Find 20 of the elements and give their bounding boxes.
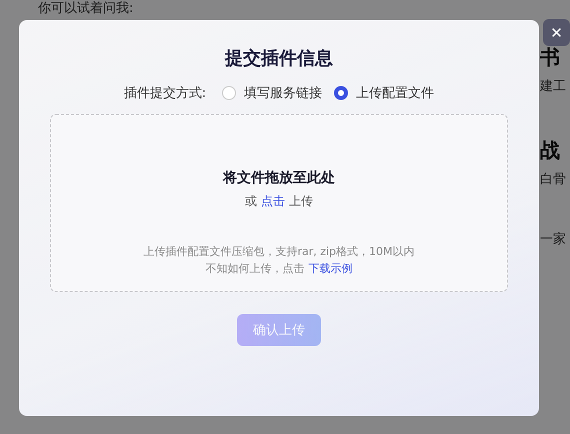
background-text: 一家 <box>540 231 567 248</box>
radio-option[interactable]: 上传配置文件 <box>334 84 434 102</box>
close-button[interactable]: ✕ <box>543 19 570 46</box>
radio-option[interactable]: 填写服务链接 <box>222 84 322 102</box>
file-dropzone[interactable]: 将文件拖放至此处 或 点击 上传 上传插件配置文件压缩包，支持rar, zip格式，10M以内 不知如何上传，点击 下载示例 <box>50 114 508 292</box>
prompt-heading: 你可以试着问我: <box>38 1 134 17</box>
background-text: 书 <box>540 44 561 71</box>
background-text: 白骨 <box>540 171 567 188</box>
radio-icon[interactable] <box>334 86 348 100</box>
upload-text: 上传 <box>289 193 313 210</box>
background-text: 战 <box>540 137 561 164</box>
upload-hint: 上传插件配置文件压缩包，支持rar, zip格式，10M以内 <box>143 244 415 259</box>
method-label: 插件提交方式: <box>124 85 206 102</box>
dropzone-title: 将文件拖放至此处 <box>223 169 335 187</box>
download-sample-link[interactable]: 下载示例 <box>308 261 352 276</box>
background-text: 建工 <box>540 78 567 95</box>
dialog-title: 提交插件信息 <box>225 47 333 70</box>
help-text: 不知如何上传，点击 <box>206 261 304 276</box>
click-link[interactable]: 点击 <box>261 193 285 210</box>
or-text: 或 <box>245 193 257 210</box>
